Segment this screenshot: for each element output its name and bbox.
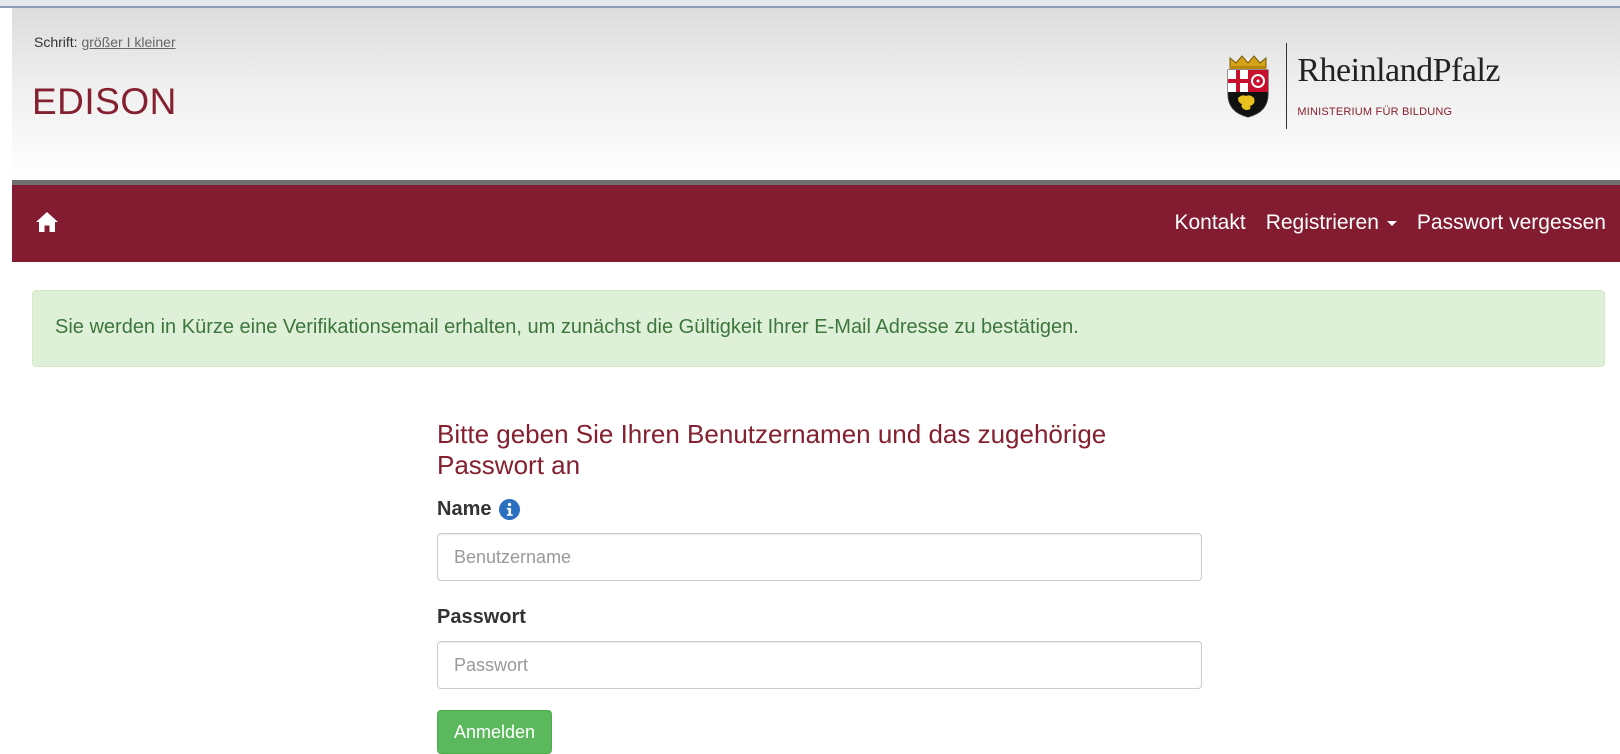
caret-down-icon xyxy=(1386,220,1397,226)
page-header: Schrift: größer I kleiner EDISON Rheinla… xyxy=(12,8,1620,180)
font-size-control: Schrift: größer I kleiner xyxy=(34,34,176,50)
password-input[interactable] xyxy=(437,641,1202,689)
nav-links: Kontakt Registrieren Passwort vergessen xyxy=(1154,211,1606,235)
name-label: Name xyxy=(437,498,492,520)
coat-of-arms-icon xyxy=(1227,55,1269,118)
browser-top-line xyxy=(0,0,1620,8)
info-circle-icon[interactable] xyxy=(499,499,521,520)
success-alert: Sie werden in Kürze eine Verifikationsem… xyxy=(32,290,1605,367)
font-smaller-link[interactable]: kleiner xyxy=(134,34,175,50)
password-label: Passwort xyxy=(437,606,526,628)
nav-passwort-vergessen[interactable]: Passwort vergessen xyxy=(1417,211,1606,235)
logo-divider xyxy=(1286,43,1288,129)
font-size-separator: I xyxy=(126,34,131,50)
password-label-row: Passwort xyxy=(437,606,1202,629)
nav-kontakt[interactable]: Kontakt xyxy=(1174,211,1245,235)
name-label-row: Name xyxy=(437,498,1202,521)
login-heading: Bitte geben Sie Ihren Benutzernamen und … xyxy=(437,419,1107,480)
nav-registrieren[interactable]: Registrieren xyxy=(1266,211,1397,235)
font-larger-link[interactable]: größer xyxy=(81,34,122,50)
logo-subtitle: MINISTERIUM FÜR BILDUNG xyxy=(1297,106,1453,118)
main-navbar: Kontakt Registrieren Passwort vergessen xyxy=(12,180,1620,262)
alert-message: Sie werden in Kürze eine Verifikationsem… xyxy=(55,316,1079,338)
nav-registrieren-label: Registrieren xyxy=(1265,211,1379,234)
font-size-label: Schrift: xyxy=(34,34,78,50)
login-button[interactable]: Anmelden xyxy=(437,710,553,754)
username-input[interactable] xyxy=(437,533,1202,581)
login-form: Bitte geben Sie Ihren Benutzernamen und … xyxy=(437,419,1202,754)
home-icon[interactable] xyxy=(34,209,60,235)
app-title: EDISON xyxy=(32,81,177,122)
rlp-logo: RheinlandPfalz MINISTERIUM FÜR BILDUNG xyxy=(1224,43,1500,129)
logo-name: RheinlandPfalz xyxy=(1297,52,1500,89)
